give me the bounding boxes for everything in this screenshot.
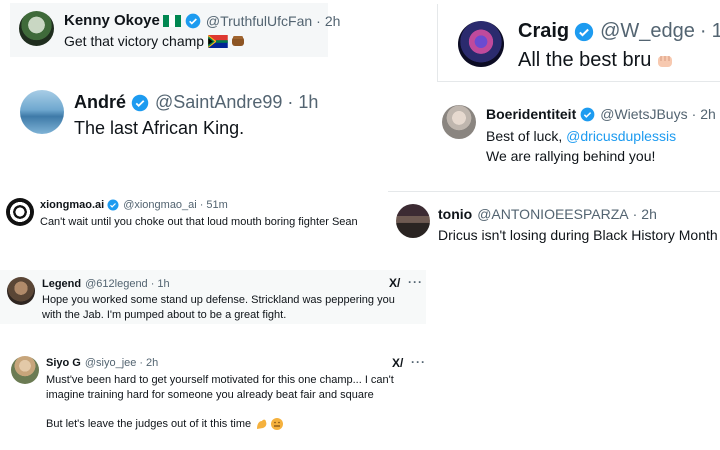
handle[interactable]: @siyo_jee (85, 357, 137, 369)
reply-text: Can't wait until you choke out that loud… (40, 216, 358, 228)
verified-badge-icon (185, 13, 201, 28)
south-africa-flag-icon (208, 34, 228, 48)
separator-dot: · (699, 20, 707, 42)
handle[interactable]: @W_edge (600, 20, 695, 43)
avatar[interactable] (19, 11, 54, 46)
reply-text-line3: But let's leave the judges out of it thi… (46, 418, 252, 430)
display-name[interactable]: Siyo G (46, 357, 81, 369)
verified-badge-icon (107, 199, 119, 211)
verified-badge-icon (131, 94, 149, 111)
reply-text: Best of luck, (486, 128, 567, 144)
avatar[interactable] (458, 21, 504, 67)
display-name[interactable]: tonio (438, 206, 472, 222)
verified-badge-icon (580, 107, 595, 121)
separator-dot: · (632, 206, 638, 222)
reply-text-line2: imagine training hard for someone you al… (46, 389, 374, 401)
reply-card-boeridentiteit[interactable]: Boeridentiteit @WietsJBuys · 2h Best of … (430, 96, 720, 174)
verified-badge-icon (574, 22, 594, 41)
timestamp[interactable]: 2h (146, 357, 158, 369)
reply-text: All the best bru (518, 49, 652, 71)
avatar[interactable] (20, 90, 64, 134)
timestamp[interactable]: 2h (641, 206, 657, 222)
fist-bump-icon (232, 36, 245, 46)
separator-dot: · (287, 92, 294, 112)
separator-dot: · (139, 357, 144, 369)
reply-text: Dricus isn't losing during Black History… (438, 227, 718, 243)
handle[interactable]: @xiongmao_ai (123, 199, 197, 211)
avatar[interactable] (11, 356, 39, 384)
flexed-biceps-icon (257, 419, 267, 429)
reply-text-line2: We are rallying behind you! (486, 148, 656, 164)
handle[interactable]: @TruthfulUfcFan (206, 13, 312, 29)
more-options-button[interactable]: ··· (411, 355, 426, 369)
separator-dot: · (150, 278, 155, 290)
timestamp[interactable]: 2h (325, 13, 341, 29)
face-with-steam-icon (271, 418, 284, 430)
nigeria-flag-icon (162, 14, 181, 27)
reply-card-andre[interactable]: André @SaintAndre99 · 1h The last Africa… (0, 80, 330, 150)
reply-card-siyo[interactable]: Siyo G @siyo_jee · 2h X/ ··· Must've bee… (0, 348, 430, 448)
handle[interactable]: @WietsJBuys (600, 106, 687, 122)
separator-dot: · (316, 12, 321, 29)
mention-link[interactable]: @dricusduplessis (566, 128, 676, 144)
reply-text: Get that victory champ (64, 33, 205, 49)
reply-text-line2: with the Jab. I'm pumped about to be a g… (42, 309, 287, 321)
avatar[interactable] (6, 198, 34, 226)
display-name[interactable]: Boeridentiteit (486, 106, 576, 122)
reply-card-craig[interactable]: Craig @W_edge · 1h All the best bru (437, 4, 720, 82)
avatar[interactable] (7, 277, 35, 305)
separator-dot: · (691, 106, 697, 122)
display-name[interactable]: Kenny Okoye (64, 12, 160, 29)
grok-button[interactable]: X/ (389, 276, 400, 290)
grok-button[interactable]: X/ (392, 356, 403, 370)
display-name[interactable]: André (74, 92, 126, 113)
handle[interactable]: @612legend (85, 278, 148, 290)
reply-text-line1: Hope you worked some stand up defense. S… (42, 294, 395, 306)
avatar[interactable] (396, 204, 430, 238)
reply-text-line1: Must've been hard to get yourself motiva… (46, 374, 394, 386)
display-name[interactable]: Craig (518, 20, 569, 43)
reply-card-tonio[interactable]: tonio @ANTONIOEESPARZA · 2h Dricus isn't… (388, 191, 720, 253)
handle[interactable]: @ANTONIOEESPARZA (477, 206, 628, 222)
handle[interactable]: @SaintAndre99 (155, 92, 282, 113)
avatar[interactable] (442, 105, 476, 139)
timestamp[interactable]: 1h (157, 278, 169, 290)
timestamp[interactable]: 2h (700, 106, 716, 122)
timestamp[interactable]: 51m (206, 199, 227, 211)
display-name[interactable]: xiongmao.ai (40, 199, 104, 211)
reply-text: The last African King. (74, 118, 245, 138)
reply-card-legend[interactable]: Legend @612legend · 1h X/ ··· Hope you w… (0, 270, 426, 324)
separator-dot: · (199, 199, 204, 211)
timestamp[interactable]: 1h (712, 20, 720, 43)
fist-icon (658, 55, 673, 67)
timestamp[interactable]: 1h (298, 92, 318, 113)
display-name[interactable]: Legend (42, 278, 81, 290)
reply-card-xiongmao[interactable]: xiongmao.ai @xiongmao_ai · 51m Can't wai… (0, 186, 375, 236)
reply-card-kenny[interactable]: Kenny Okoye @TruthfulUfcFan · 2h Get tha… (10, 3, 340, 57)
more-options-button[interactable]: ··· (408, 275, 423, 289)
